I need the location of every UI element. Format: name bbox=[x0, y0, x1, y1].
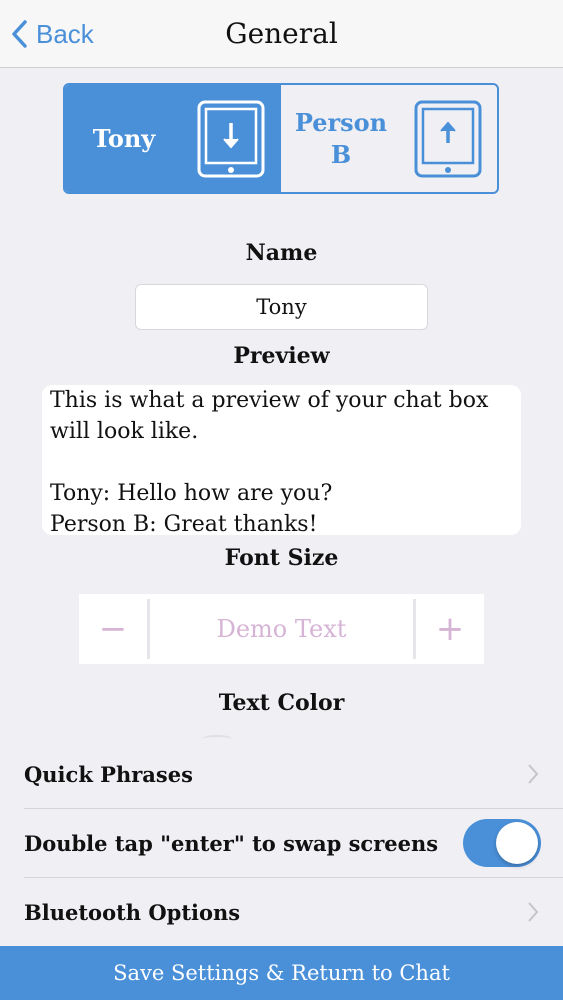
person-selector: Tony Person B bbox=[63, 83, 499, 194]
person-option-label: Person B bbox=[294, 107, 388, 169]
tablet-upload-icon bbox=[414, 100, 482, 177]
chat-preview-box: This is what a preview of your chat box … bbox=[42, 385, 521, 537]
text-color-heading: Text Color bbox=[218, 690, 345, 716]
chevron-right-icon bbox=[528, 902, 539, 922]
save-settings-button[interactable]: Save Settings & Return to Chat bbox=[0, 946, 563, 1000]
decrease-font-button[interactable]: − bbox=[79, 594, 147, 664]
bluetooth-options-label: Bluetooth Options bbox=[24, 899, 241, 925]
bluetooth-options-row[interactable]: Bluetooth Options bbox=[0, 878, 563, 946]
font-size-heading: Font Size bbox=[224, 545, 339, 571]
name-input[interactable] bbox=[135, 284, 428, 330]
page-title: General bbox=[225, 17, 338, 50]
demo-text: Demo Text bbox=[216, 615, 347, 643]
navigation-bar: Back General bbox=[0, 0, 563, 68]
name-heading: Name bbox=[245, 240, 318, 266]
double-tap-row: Double tap "enter" to swap screens bbox=[0, 809, 563, 877]
font-size-stepper: − Demo Text + bbox=[79, 594, 484, 664]
double-tap-label: Double tap "enter" to swap screens bbox=[24, 830, 439, 856]
chevron-right-icon bbox=[528, 764, 539, 784]
person-option-person-b[interactable]: Person B bbox=[281, 85, 497, 192]
quick-phrases-label: Quick Phrases bbox=[24, 761, 193, 787]
increase-font-button[interactable]: + bbox=[416, 594, 484, 664]
tablet-download-icon bbox=[197, 100, 265, 177]
person-option-tony[interactable]: Tony bbox=[65, 85, 281, 192]
person-option-label: Tony bbox=[92, 123, 156, 153]
double-tap-toggle[interactable] bbox=[463, 819, 541, 867]
preview-heading: Preview bbox=[233, 343, 330, 369]
toggle-knob bbox=[496, 822, 538, 864]
quick-phrases-row[interactable]: Quick Phrases bbox=[0, 740, 563, 808]
